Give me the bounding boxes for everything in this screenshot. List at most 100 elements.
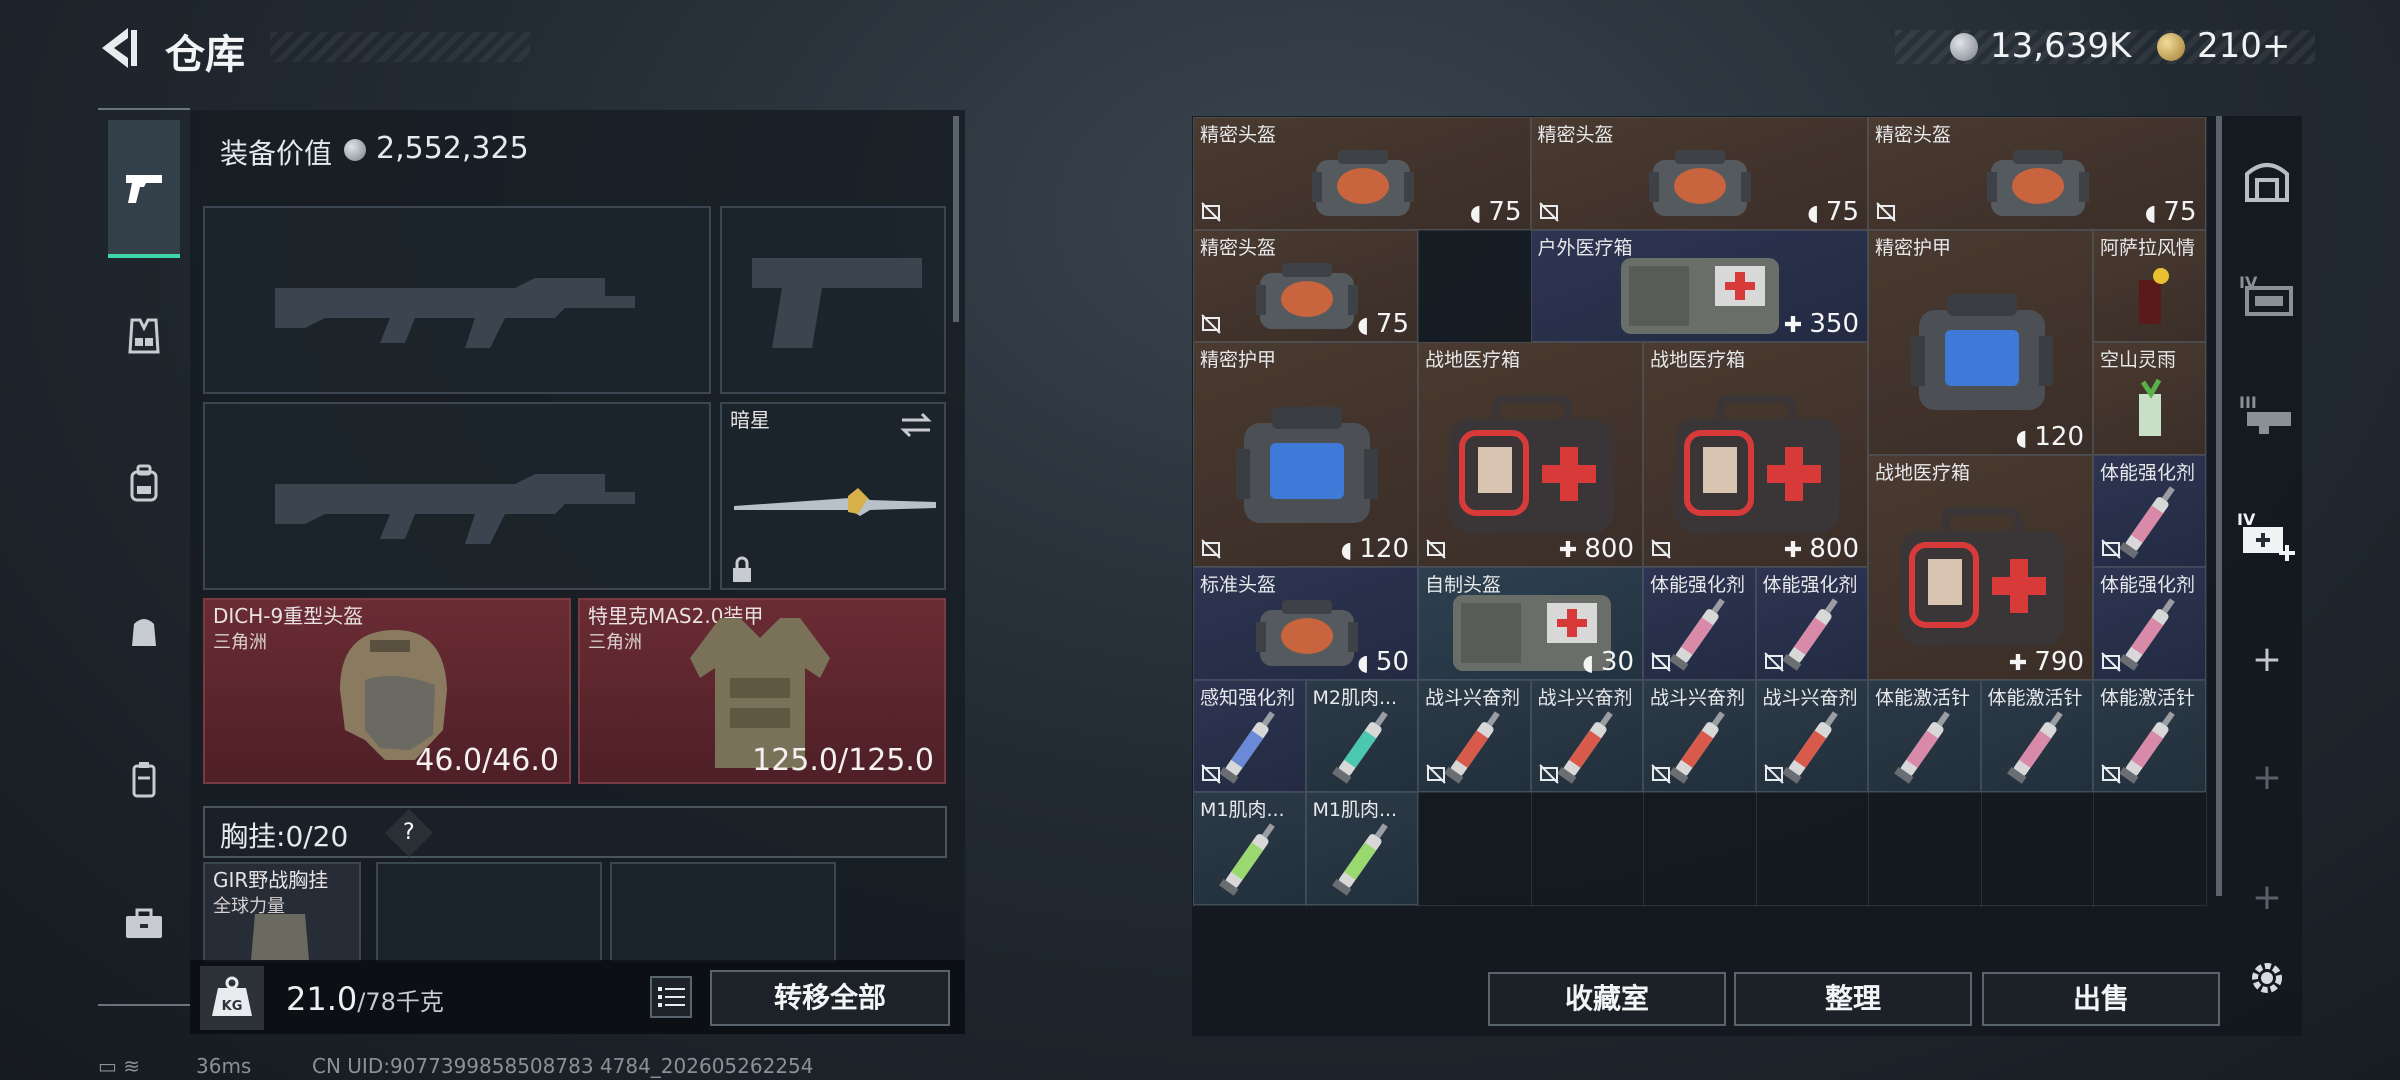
inventory-item[interactable]: 战斗兴奋剂 [1643, 679, 1756, 792]
organize-button[interactable]: 整理 [1734, 972, 1972, 1026]
inventory-item[interactable]: 战地医疗箱 ✚ 800 [1418, 342, 1643, 567]
inventory-item[interactable]: 户外医疗箱 ✚ 350 [1530, 229, 1868, 342]
storage-tab-main[interactable] [2232, 150, 2302, 210]
inventory-item[interactable]: 标准头盔 ◖ 50 [1193, 567, 1418, 680]
transfer-all-button[interactable]: 转移全部 [710, 970, 950, 1026]
syringe-icon [1331, 711, 1388, 784]
tab-chest-rig[interactable] [98, 272, 190, 400]
nosell-icon [1201, 764, 1221, 784]
chest-rig-icon [251, 914, 309, 960]
nosell-icon [1651, 539, 1671, 559]
sell-button[interactable]: 出售 [1982, 972, 2220, 1026]
list-icon [658, 987, 685, 1007]
rifle-silhouette-icon [275, 278, 635, 348]
settings-button[interactable] [2232, 952, 2302, 1004]
item-name: M1肌肉... [1312, 799, 1398, 821]
weight-readout: 21.0/78千克 [286, 980, 444, 1018]
storage-tab-iv-plus[interactable]: IV [2232, 505, 2302, 565]
inventory-item[interactable]: 自制头盔 ◖ 30 [1418, 567, 1643, 680]
chest-rig-capacity: 胸挂:0/20 [220, 815, 348, 855]
inventory-item[interactable]: 战斗兴奋剂 [1418, 679, 1531, 792]
equip-value-coin-icon [344, 139, 366, 161]
inventory-item[interactable]: 精密护甲 ◖ 120 [1193, 342, 1418, 567]
battery-wifi-status: ▭ ≋ [98, 1054, 141, 1078]
storage-tab-iv[interactable]: IV [2232, 265, 2302, 325]
tab-toolbox[interactable] [98, 860, 190, 988]
item-name: 精密头盔 [1200, 236, 1277, 259]
inventory-item[interactable]: 体能激活针 [1868, 679, 1981, 792]
helmet-durability: 46.0/46.0 [415, 743, 559, 778]
tab-pouch[interactable] [98, 568, 190, 696]
add-storage-button-2[interactable]: + [2232, 758, 2302, 798]
inventory-item[interactable]: 感知强化剂 [1193, 679, 1306, 792]
item-name: 体能激活针 [1875, 686, 1971, 709]
title-decoration [270, 32, 530, 62]
inventory-item[interactable]: 战斗兴奋剂 [1755, 679, 1868, 792]
item-name: 体能强化剂 [1762, 574, 1858, 596]
syringe-icon [1219, 823, 1276, 896]
shield-icon: ◖ [1582, 650, 1601, 676]
item-value: ◖ 75 [1807, 197, 1859, 227]
swap-icon[interactable] [898, 410, 934, 440]
inventory-item[interactable]: 体能强化剂 [2093, 454, 2206, 567]
item-name: 自制头盔 [1425, 574, 1502, 596]
add-storage-button-3[interactable]: + [2232, 878, 2302, 918]
item-name: 战斗兴奋剂 [1762, 686, 1858, 709]
syringe-icon [1331, 823, 1388, 896]
inventory-item[interactable]: 体能激活针 [1980, 679, 2093, 792]
armor-slot[interactable]: 特里克MAS2.0装甲 三角洲 125.0/125.0 [578, 598, 946, 784]
shield-icon: ◖ [1340, 538, 1360, 563]
inventory-item[interactable]: 精密头盔 ◖ 75 [1530, 117, 1868, 230]
inventory-item[interactable]: 空山灵雨 [2093, 342, 2206, 455]
inventory-item[interactable]: 体能强化剂 [1755, 567, 1868, 680]
chest-rig-empty-slot-1[interactable] [376, 862, 602, 962]
inventory-item[interactable]: 阿萨拉风情 [2093, 229, 2206, 342]
loadout-scrollbar[interactable] [953, 116, 959, 322]
inventory-item[interactable]: 精密头盔 ◖ 75 [1868, 117, 2206, 230]
inventory-item[interactable]: M2肌肉... [1305, 679, 1418, 792]
primary-weapon-slot-2[interactable] [203, 402, 711, 590]
secondary-weapon-slot[interactable] [720, 206, 946, 394]
item-name: 体能激活针 [2100, 686, 2196, 709]
chest-rig-count: 0/20 [285, 820, 349, 853]
item-name: 精密护甲 [1875, 236, 1952, 259]
collection-room-button[interactable]: 收藏室 [1488, 972, 1726, 1026]
inventory-item[interactable]: 体能强化剂 [2093, 567, 2206, 680]
chest-rig-item-slot[interactable]: GIR野战胸挂 全球力量 [203, 862, 361, 962]
tab-backpack[interactable] [98, 420, 190, 548]
tab-safe-case[interactable] [98, 716, 190, 844]
storage-tab-iii[interactable]: III [2232, 385, 2302, 445]
item-value-number: 800 [1584, 534, 1634, 564]
inventory-item[interactable]: 精密护甲 ◖ 120 [1868, 229, 2093, 455]
item-name: M2肌肉... [1312, 686, 1398, 709]
item-name: 精密头盔 [1537, 124, 1614, 146]
inventory-item[interactable]: 精密头盔 ◖ 75 [1193, 229, 1418, 342]
equip-value-label: 装备价值 [220, 137, 333, 170]
chest-rig-empty-slot-2[interactable] [610, 862, 836, 962]
tab-weapons[interactable] [108, 120, 180, 258]
silver-currency-amount: 13,639K [1990, 26, 2132, 66]
item-value: ✚ 800 [1784, 534, 1859, 564]
item-name: 体能强化剂 [1650, 574, 1746, 596]
inventory-item[interactable]: 战斗兴奋剂 [1530, 679, 1643, 792]
inventory-item[interactable]: 战地医疗箱 ✚ 800 [1643, 342, 1868, 567]
helmet-slot[interactable]: DICH-9重型头盔 三角洲 46.0/46.0 [203, 598, 571, 784]
gold-currency-amount[interactable]: 210+ [2197, 26, 2290, 66]
inventory-item[interactable]: 战地医疗箱 ✚ 790 [1868, 454, 2093, 680]
inventory-item[interactable]: 体能激活针 [2093, 679, 2206, 792]
item-name: 战地医疗箱 [1650, 349, 1746, 371]
pistol-silhouette-icon [752, 258, 922, 348]
plus-icon: + [2251, 877, 2283, 918]
inventory-item[interactable]: 精密头盔 ◖ 75 [1193, 117, 1531, 230]
melee-slot[interactable]: 暗星 [720, 402, 946, 590]
nosell-icon [1426, 764, 1446, 784]
armor-faction: 三角洲 [588, 632, 642, 653]
list-view-button[interactable] [650, 976, 692, 1018]
primary-weapon-slot-1[interactable] [203, 206, 711, 394]
add-storage-button-1[interactable]: + [2232, 640, 2302, 680]
inventory-item[interactable]: M1肌肉... [1305, 792, 1418, 905]
inventory-item[interactable]: 体能强化剂 [1643, 567, 1756, 680]
back-button[interactable] [98, 24, 142, 72]
inventory-item[interactable]: M1肌肉... [1193, 792, 1306, 905]
inventory-scrollbar[interactable] [2216, 116, 2222, 896]
